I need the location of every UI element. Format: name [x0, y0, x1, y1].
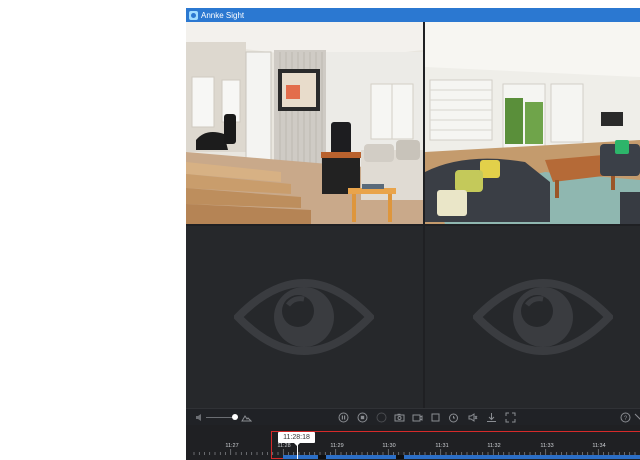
stop-icon[interactable]	[357, 412, 368, 423]
tick-label: 11:33	[540, 443, 554, 449]
camera-view-1[interactable]	[186, 22, 423, 224]
playhead[interactable]	[297, 443, 298, 459]
eye-icon	[473, 279, 613, 355]
playback-timeline[interactable]: 11:28:18 11:27 11:28 11:29 11:30 11:31 1…	[186, 425, 640, 460]
tick-label: 11:30	[382, 443, 396, 449]
settings-icon[interactable]	[633, 412, 640, 423]
app-window: Annke Sight ? 11:28:18 11:27 11:28 11:29…	[186, 8, 640, 460]
recording-segment	[326, 455, 396, 459]
gap-segment	[396, 455, 404, 459]
camera-icon[interactable]	[394, 412, 405, 423]
help-icon[interactable]: ?	[620, 412, 631, 423]
tick-label: 11:28	[277, 443, 291, 449]
fullscreen-icon[interactable]	[505, 412, 516, 423]
tick-label: 11:31	[435, 443, 449, 449]
app-logo-icon	[189, 10, 198, 20]
tick-label: 11:32	[487, 443, 501, 449]
eye-icon	[234, 279, 374, 355]
camera-2-feed	[425, 22, 640, 224]
camera-view-3[interactable]	[186, 226, 423, 408]
video-record-icon[interactable]	[412, 412, 423, 423]
tick-label: 11:29	[330, 443, 344, 449]
playback-toolbar: ?	[186, 408, 640, 425]
volume-slider-handle[interactable]	[232, 414, 238, 420]
current-time-tooltip: 11:28:18	[278, 432, 315, 446]
recording-segment	[283, 455, 318, 459]
clock-icon[interactable]	[448, 412, 459, 423]
gap-segment	[318, 455, 326, 459]
tick-label: 11:34	[592, 443, 606, 449]
camera-view-4[interactable]	[425, 226, 640, 408]
mountain-icon[interactable]	[241, 412, 252, 423]
title-bar: Annke Sight	[186, 8, 640, 22]
camera-view-2[interactable]	[425, 22, 640, 224]
window-title: Annke Sight	[201, 10, 245, 20]
loading-icon[interactable]	[376, 412, 387, 423]
square-icon[interactable]	[430, 412, 441, 423]
audio-icon[interactable]	[467, 412, 478, 423]
camera-grid	[186, 22, 640, 408]
volume-icon[interactable]	[194, 412, 205, 423]
download-icon[interactable]	[486, 412, 497, 423]
camera-1-feed	[186, 22, 423, 224]
recording-segment	[404, 455, 640, 459]
svg-text:?: ?	[624, 416, 628, 422]
pause-icon[interactable]	[338, 412, 349, 423]
tick-label: 11:27	[225, 443, 239, 449]
